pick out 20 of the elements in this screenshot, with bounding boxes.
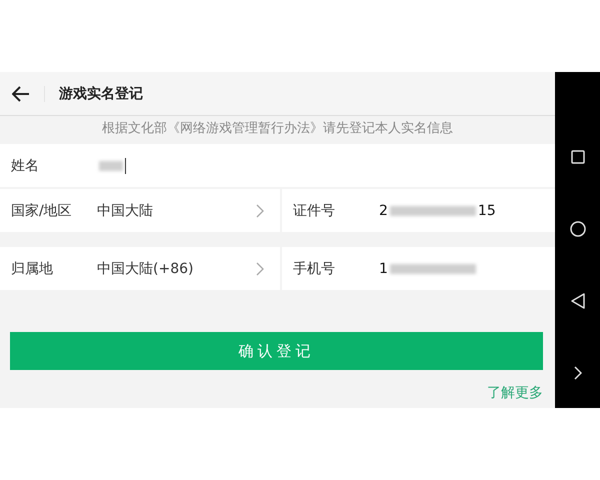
field-label: 归属地 bbox=[10, 260, 54, 278]
field-label: 姓名 bbox=[10, 156, 40, 174]
back-arrow-icon[interactable] bbox=[12, 86, 45, 102]
input-field[interactable]: 2 15 bbox=[379, 202, 555, 218]
screen-title: 游戏实名登记 bbox=[59, 84, 143, 102]
chevron-icon bbox=[256, 262, 264, 276]
selector-row[interactable]: 归属地 中国大陆(+86) bbox=[0, 247, 280, 290]
field-label: 证件号 bbox=[292, 202, 336, 220]
triangle-icon[interactable] bbox=[570, 293, 584, 310]
chevron-icon bbox=[256, 204, 264, 218]
field-label: 手机号 bbox=[292, 260, 336, 278]
circle-icon[interactable] bbox=[570, 220, 586, 237]
field-value: 中国大陆 bbox=[97, 202, 154, 220]
square-icon[interactable] bbox=[570, 150, 584, 164]
chevron-icon[interactable] bbox=[574, 366, 582, 380]
notice-text: 根据文化部《网络游戏管理暂行办法》请先登记本人实名信息 bbox=[101, 120, 454, 138]
selector-row[interactable]: 国家/地区 中国大陆 bbox=[0, 189, 280, 232]
field-value: 中国大陆(+86) bbox=[97, 260, 194, 278]
input-field[interactable]: 1 bbox=[379, 260, 555, 276]
field-label: 国家/地区 bbox=[10, 202, 73, 220]
